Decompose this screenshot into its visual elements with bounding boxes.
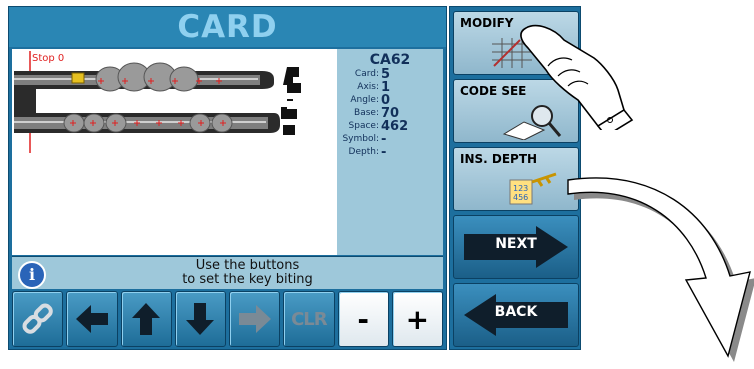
main-panel: CARD Stop 0 CA62 Card: 5 Axis: 1 Angle: … xyxy=(8,6,447,350)
pointing-hand-icon xyxy=(520,24,634,130)
info-row-card: Card: 5 xyxy=(354,67,391,82)
arrow-up-icon xyxy=(132,303,161,335)
screen-title: CARD xyxy=(9,7,446,47)
key-diagram: Stop 0 xyxy=(14,51,301,153)
info-row-symbol: Symbol: - xyxy=(342,132,387,147)
key-info-panel: CA62 Card: 5 Axis: 1 Angle: 0 Base: 70 S… xyxy=(337,49,443,255)
keypad-row: CLR - + xyxy=(12,291,443,347)
svg-text:456: 456 xyxy=(513,193,528,202)
down-button[interactable] xyxy=(174,291,226,347)
curved-arrow-icon xyxy=(567,177,754,362)
arrow-down-icon xyxy=(186,303,215,335)
arrow-right-icon xyxy=(238,305,271,333)
message-text: Use the buttons to set the key biting xyxy=(182,258,313,287)
arrow-left-icon xyxy=(75,305,108,333)
chain-link-icon xyxy=(22,303,53,334)
right-button[interactable] xyxy=(229,291,281,347)
clear-button[interactable]: CLR xyxy=(283,291,335,347)
info-row-depth: Depth: - xyxy=(348,145,387,160)
key-code: CA62 xyxy=(369,52,411,68)
stop-label: Stop 0 xyxy=(32,53,64,64)
key-view: Stop 0 xyxy=(12,49,337,255)
minus-button[interactable]: - xyxy=(337,291,389,347)
key-profile xyxy=(281,67,301,135)
svg-text:123: 123 xyxy=(513,184,528,193)
info-icon: i xyxy=(18,261,46,289)
up-button[interactable] xyxy=(120,291,172,347)
left-button[interactable] xyxy=(66,291,118,347)
plus-button[interactable]: + xyxy=(391,291,443,347)
link-button[interactable] xyxy=(12,291,64,347)
info-row-axis: Axis: 1 xyxy=(357,80,391,95)
message-bar: i Use the buttons to set the key biting xyxy=(12,256,443,289)
info-row-space: Space: 462 xyxy=(348,119,409,134)
